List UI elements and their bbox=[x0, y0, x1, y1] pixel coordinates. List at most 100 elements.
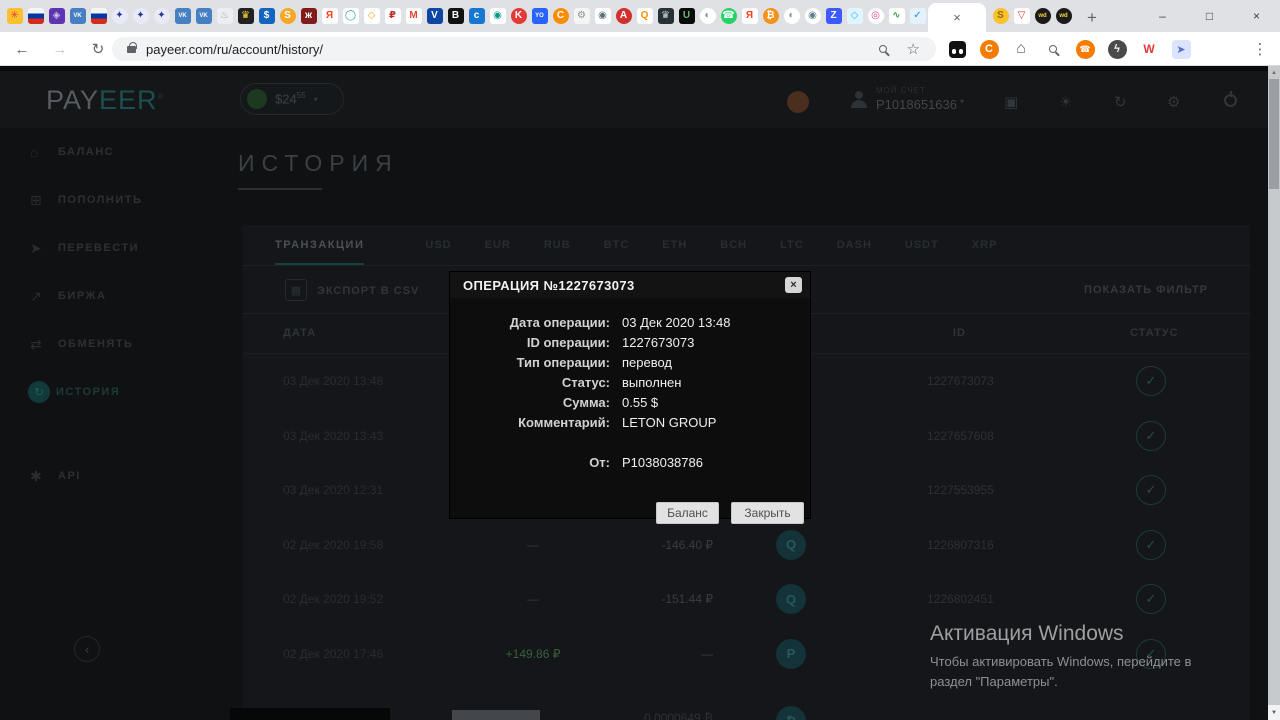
show-filter-button[interactable]: ПОКАЗАТЬ ФИЛЬТР bbox=[1084, 284, 1208, 296]
balance-button[interactable]: Баланс bbox=[656, 502, 719, 524]
currency-tab[interactable]: RUB bbox=[544, 239, 571, 251]
browser-menu-icon[interactable]: ⋮ bbox=[1248, 32, 1272, 66]
page-scrollbar[interactable]: ▲ ▼ bbox=[1268, 66, 1280, 720]
chevron-down-icon[interactable]: ▾ bbox=[314, 95, 318, 104]
currency-tab[interactable]: ETH bbox=[662, 239, 687, 251]
sidebar-item[interactable]: ⌂ БАЛАНС bbox=[0, 128, 210, 176]
balance-pill[interactable]: $2455 ▾ bbox=[240, 83, 344, 115]
scrollbar-thumb[interactable] bbox=[1269, 79, 1279, 189]
bookmark-star-icon[interactable]: ☆ bbox=[907, 40, 920, 58]
theme-icon[interactable]: ☀ bbox=[1059, 93, 1072, 111]
pinned-tab[interactable]: Q bbox=[634, 0, 655, 32]
pinned-tab[interactable]: VK bbox=[172, 0, 193, 32]
pinned-tab[interactable]: wd bbox=[1032, 0, 1053, 32]
home-icon[interactable]: ⌂ bbox=[1009, 32, 1033, 66]
currency-tab[interactable]: EUR bbox=[485, 239, 511, 251]
sidebar-item[interactable]: ⇄ ОБМЕНЯТЬ bbox=[0, 320, 210, 368]
pinned-tab[interactable]: ◐ bbox=[697, 0, 718, 32]
gear-icon[interactable]: ⚙ bbox=[1167, 93, 1180, 111]
pinned-tab[interactable]: YO bbox=[529, 0, 550, 32]
pinned-tab[interactable]: ◎ bbox=[865, 0, 886, 32]
lock-icon[interactable] bbox=[127, 46, 136, 53]
scroll-down-icon[interactable]: ▼ bbox=[1268, 705, 1280, 720]
pinned-tab[interactable]: ◇ bbox=[844, 0, 865, 32]
pinned-tab[interactable]: ∿ bbox=[886, 0, 907, 32]
sidebar-item[interactable]: ✱ API bbox=[0, 452, 210, 500]
tab-close-icon[interactable]: × bbox=[953, 10, 961, 25]
pinned-tab[interactable]: ж bbox=[298, 0, 319, 32]
pinned-tab[interactable]: ◉ bbox=[592, 0, 613, 32]
pinned-tab[interactable]: ♨ bbox=[214, 0, 235, 32]
currency-tab[interactable]: XRP bbox=[972, 239, 998, 251]
export-csv-button[interactable]: ЭКСПОРТ В CSV bbox=[317, 285, 419, 297]
extension-icon[interactable]: ϟ bbox=[1105, 32, 1129, 66]
pinned-tab[interactable]: ✦ bbox=[109, 0, 130, 32]
tab-transactions[interactable]: ТРАНЗАКЦИИ bbox=[275, 226, 364, 265]
pinned-tab[interactable]: ₿ bbox=[760, 0, 781, 32]
pinned-tab[interactable]: VK bbox=[67, 0, 88, 32]
pinned-tab[interactable]: ◯ bbox=[340, 0, 361, 32]
new-tab-button[interactable]: + bbox=[1078, 4, 1106, 32]
pinned-tab[interactable]: A bbox=[613, 0, 634, 32]
extension-icon[interactable]: ☎ bbox=[1073, 32, 1097, 66]
currency-tab[interactable]: BCH bbox=[720, 239, 747, 251]
url-bar[interactable]: payeer.com/ru/account/history/ ☆ bbox=[112, 37, 936, 61]
sidebar-item[interactable]: ➤ ПЕРЕВЕСТИ bbox=[0, 224, 210, 272]
pinned-tab[interactable]: c bbox=[466, 0, 487, 32]
pinned-tab[interactable]: V bbox=[424, 0, 445, 32]
pinned-tab[interactable]: ✦ bbox=[151, 0, 172, 32]
pinned-tab[interactable]: ⚙ bbox=[571, 0, 592, 32]
pinned-tab[interactable]: ✓ bbox=[907, 0, 928, 32]
close-icon[interactable]: × bbox=[785, 277, 802, 293]
sidebar-item[interactable]: ↻ ИСТОРИЯ bbox=[0, 368, 210, 416]
account-info[interactable]: МОЙ СЧЕТ P1018651636 bbox=[876, 86, 957, 112]
pinned-tab[interactable]: Я bbox=[319, 0, 340, 32]
pinned-tab[interactable]: ◉ bbox=[802, 0, 823, 32]
pinned-tab[interactable]: ◈ bbox=[46, 0, 67, 32]
currency-tab[interactable]: BTC bbox=[604, 239, 630, 251]
payeer-logo[interactable]: PAYEER® bbox=[46, 85, 164, 116]
pinned-tab[interactable]: Z bbox=[823, 0, 844, 32]
pinned-tab[interactable]: S bbox=[277, 0, 298, 32]
logout-power-icon[interactable] bbox=[1224, 94, 1237, 107]
extension-icon[interactable]: C bbox=[977, 32, 1001, 66]
url-text[interactable]: payeer.com/ru/account/history/ bbox=[146, 42, 323, 57]
pinned-tab[interactable]: S bbox=[990, 0, 1011, 32]
currency-tab[interactable]: USDT bbox=[905, 239, 939, 251]
notification-avatar[interactable] bbox=[787, 91, 809, 113]
pinned-tab[interactable]: Я bbox=[739, 0, 760, 32]
pinned-tab[interactable]: ◐ bbox=[781, 0, 802, 32]
pinned-tab[interactable]: ◇ bbox=[361, 0, 382, 32]
window-maximize-button[interactable]: □ bbox=[1186, 0, 1233, 32]
chevron-down-icon[interactable]: ▾ bbox=[960, 97, 964, 106]
pinned-tab[interactable]: C bbox=[550, 0, 571, 32]
messages-icon[interactable]: ▣ bbox=[1004, 93, 1018, 111]
scroll-up-icon[interactable]: ▲ bbox=[1268, 66, 1280, 79]
extension-icon[interactable] bbox=[945, 32, 969, 66]
pinned-tab[interactable]: ₽ bbox=[382, 0, 403, 32]
pinned-tab[interactable]: VK bbox=[193, 0, 214, 32]
pinned-tab[interactable]: ✳ bbox=[4, 0, 25, 32]
search-icon[interactable] bbox=[1041, 32, 1065, 66]
refresh-icon[interactable]: ↻ bbox=[1114, 93, 1127, 111]
pinned-tab[interactable]: wd bbox=[1053, 0, 1074, 32]
back-icon[interactable]: ← bbox=[10, 32, 34, 66]
currency-tab[interactable]: USD bbox=[425, 239, 451, 251]
currency-tab[interactable]: LTC bbox=[780, 239, 804, 251]
pinned-tab[interactable]: U bbox=[676, 0, 697, 32]
pinned-tab[interactable]: ▽ bbox=[1011, 0, 1032, 32]
pinned-tab[interactable]: ♛ bbox=[235, 0, 256, 32]
sidebar-item[interactable]: ↗ БИРЖА bbox=[0, 272, 210, 320]
currency-tab[interactable]: DASH bbox=[837, 239, 872, 251]
transaction-row[interactable]: 02 Дек 2020 19:58 — -146.40 ₽ Q 12268073… bbox=[243, 518, 1250, 573]
pinned-tab[interactable]: ☎ bbox=[718, 0, 739, 32]
extension-icon[interactable]: ➤ bbox=[1169, 32, 1193, 66]
pinned-tab[interactable]: ◉ bbox=[487, 0, 508, 32]
active-tab[interactable]: × bbox=[928, 3, 986, 32]
sidebar-collapse-button[interactable]: ‹ bbox=[74, 636, 100, 662]
pinned-tab[interactable] bbox=[25, 0, 46, 32]
zoom-indicator-icon[interactable] bbox=[879, 45, 887, 53]
transaction-row[interactable]: 02 Дек 2020 19:52 — -151.44 ₽ Q 12268024… bbox=[243, 572, 1250, 627]
pinned-tab[interactable]: K bbox=[508, 0, 529, 32]
pinned-tab[interactable]: ✦ bbox=[130, 0, 151, 32]
